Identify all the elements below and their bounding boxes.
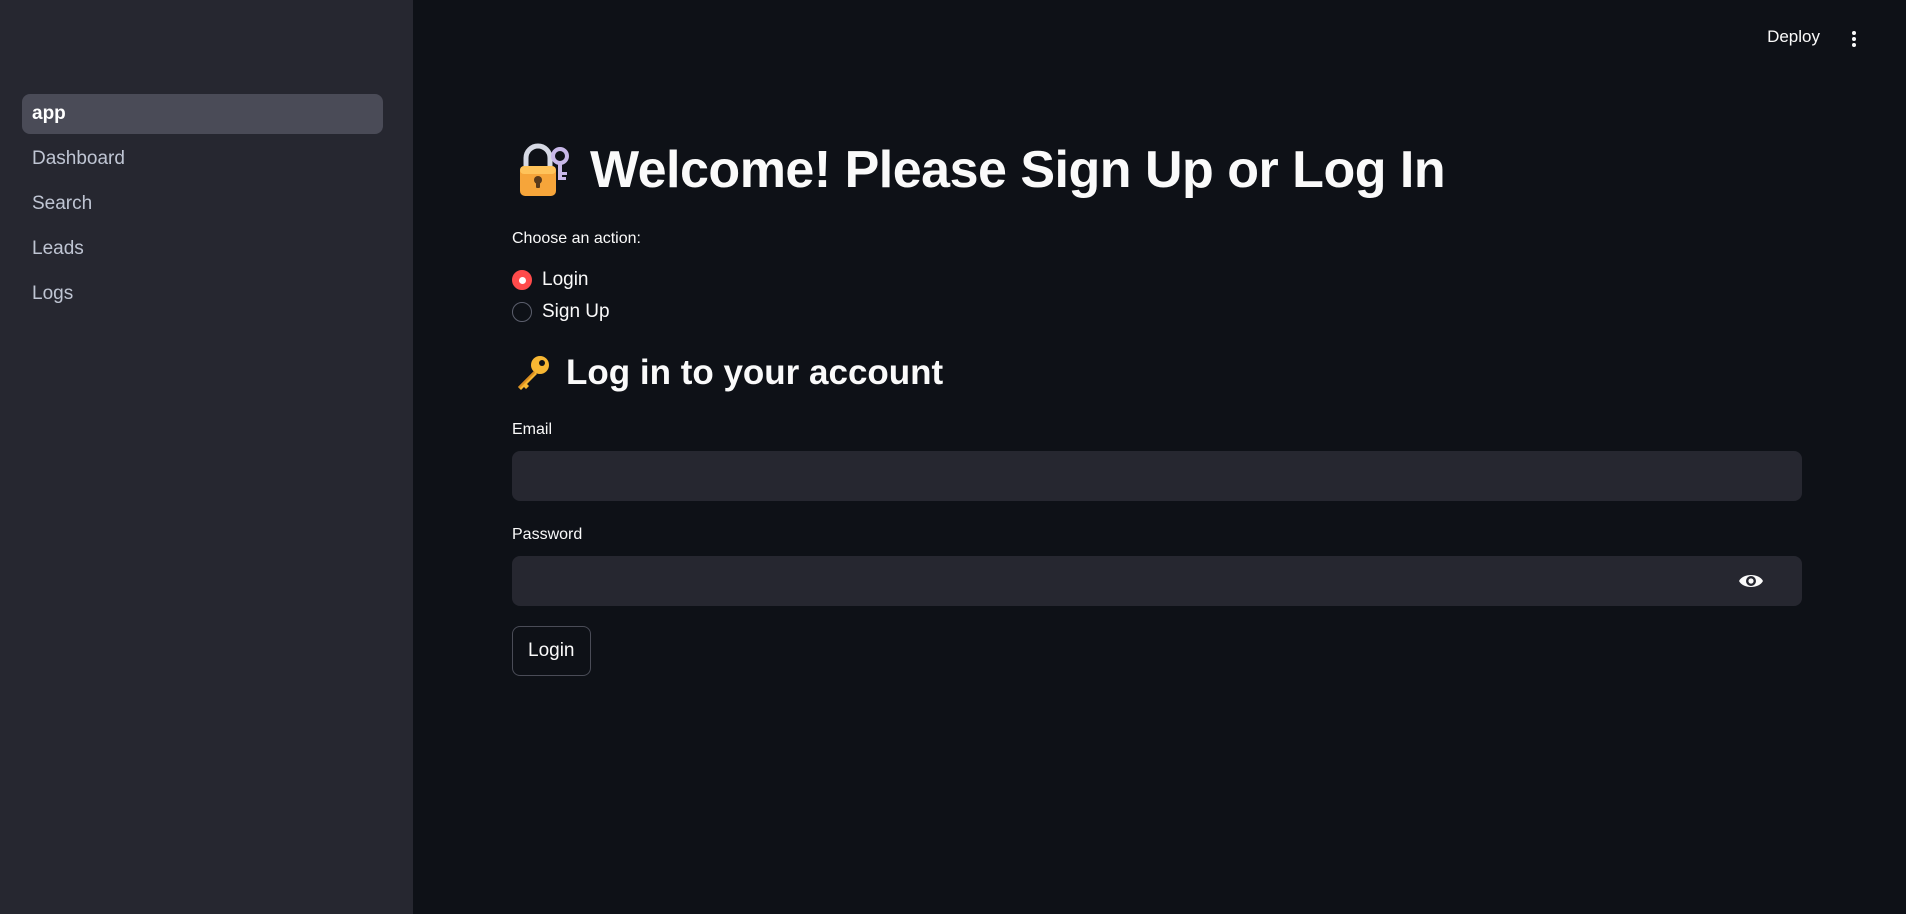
- radio-checked-icon[interactable]: [512, 270, 532, 290]
- action-radio-label: Choose an action:: [512, 230, 641, 247]
- sidebar-nav: app Dashboard Search Leads Logs: [0, 94, 413, 314]
- password-label: Password: [512, 526, 583, 543]
- vertical-ellipsis-icon[interactable]: [1844, 28, 1864, 50]
- sidebar-item-app[interactable]: app: [22, 94, 383, 134]
- sidebar-item-label: Logs: [32, 283, 74, 304]
- login-subheading: Log in to your account: [512, 352, 943, 394]
- show-password-eye-icon[interactable]: [1738, 570, 1764, 592]
- sidebar-item-label: Search: [32, 193, 93, 214]
- top-header: Deploy: [413, 0, 1906, 78]
- radio-option-login[interactable]: Login: [512, 264, 610, 296]
- password-field[interactable]: [512, 556, 1802, 606]
- page-title: Welcome! Please Sign Up or Log In: [512, 140, 1446, 200]
- sidebar-item-search[interactable]: Search: [22, 184, 383, 224]
- sidebar-item-leads[interactable]: Leads: [22, 229, 383, 269]
- email-label: Email: [512, 421, 553, 438]
- radio-option-label: Sign Up: [542, 301, 610, 322]
- sidebar-item-label: Dashboard: [32, 148, 125, 169]
- sidebar-item-label: app: [32, 103, 66, 124]
- email-field[interactable]: [512, 451, 1802, 501]
- login-button[interactable]: Login: [512, 626, 591, 676]
- radio-option-signup[interactable]: Sign Up: [512, 296, 610, 328]
- action-radio-group: Login Sign Up: [512, 264, 610, 328]
- sidebar-item-label: Leads: [32, 238, 84, 259]
- locked-with-key-icon: [520, 143, 569, 196]
- page-title-text: Welcome! Please Sign Up or Log In: [590, 141, 1446, 199]
- radio-option-label: Login: [542, 269, 589, 290]
- deploy-button[interactable]: Deploy: [1767, 27, 1820, 47]
- sidebar-item-dashboard[interactable]: Dashboard: [22, 139, 383, 179]
- app-root: app Dashboard Search Leads Logs Deploy W…: [0, 0, 1906, 914]
- sidebar: app Dashboard Search Leads Logs: [0, 0, 413, 914]
- key-icon: [518, 356, 549, 390]
- login-subheading-text: Log in to your account: [566, 353, 944, 392]
- radio-unchecked-icon[interactable]: [512, 302, 532, 322]
- sidebar-item-logs[interactable]: Logs: [22, 274, 383, 314]
